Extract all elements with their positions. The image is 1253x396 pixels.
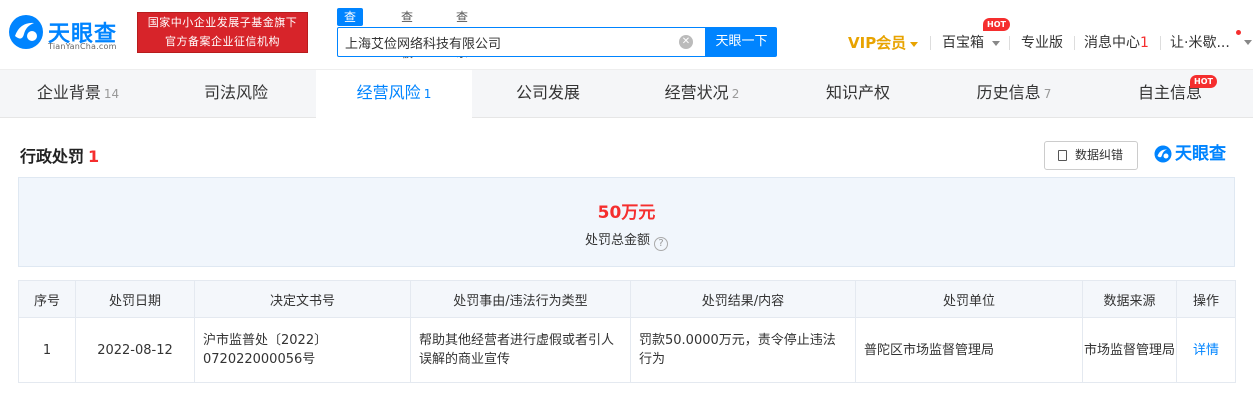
logo-icon (9, 15, 43, 49)
search-input[interactable] (345, 28, 675, 56)
cell-action: 详情 (1176, 317, 1236, 383)
col-header: 处罚结果/内容 (630, 280, 856, 318)
tab-count: 2 (731, 87, 740, 101)
chevron-down-icon[interactable] (1244, 40, 1252, 45)
tab-count: 14 (103, 87, 120, 101)
section-title-text: 行政处罚 (20, 147, 85, 166)
col-header: 决定文书号 (194, 280, 411, 318)
tab-label: 历史信息 (976, 83, 1041, 102)
cell-result: 罚款50.0000万元，责令停止违法行为 (630, 317, 856, 383)
message-count: 1 (1140, 35, 1149, 51)
tab-count: 1 (423, 87, 432, 101)
col-header: 操作 (1176, 280, 1236, 318)
tab-label: 公司发展 (515, 83, 580, 102)
search-tab-boss[interactable]: 查老板 (401, 8, 413, 60)
vip-label: VIP会员 (848, 34, 907, 52)
site-logo[interactable]: 天眼查 TianYanCha.com (8, 14, 130, 54)
col-header: 处罚日期 (75, 280, 195, 318)
treasure-label: 百宝箱 (942, 35, 984, 51)
search-box: ✕ (337, 27, 706, 57)
cell-doc-no: 沪市监普处〔2022〕072022000056号 (194, 317, 411, 383)
data-correction-button[interactable]: 数据纠错 (1044, 141, 1138, 170)
tab-history[interactable]: 历史信息 7 (936, 70, 1092, 118)
official-banner[interactable]: 国家中小企业发展子基金旗下 官方备案企业征信机构 (137, 12, 308, 53)
message-center[interactable]: 消息中心1 (1084, 33, 1149, 53)
chevron-down-icon (992, 40, 1000, 46)
hot-badge: HOT (1190, 75, 1217, 88)
cell-index: 1 (18, 317, 76, 383)
cell-date: 2022-08-12 (75, 317, 195, 383)
cell-authority: 普陀区市场监督管理局 (855, 317, 1083, 383)
vip-menu[interactable]: VIP会员 (848, 33, 919, 53)
tab-operation-risk[interactable]: 经营风险 1 (316, 70, 472, 119)
divider (1074, 36, 1075, 50)
total-label-text: 处罚总金额 (584, 233, 650, 248)
search-tab-company[interactable]: 查公司 (337, 8, 364, 60)
button-label: 数据纠错 (1075, 148, 1124, 162)
chevron-down-icon (910, 41, 919, 47)
hot-badge: HOT (983, 18, 1010, 31)
cell-reason: 帮助其他经营者进行虚假或者引人误解的商业宣传 (410, 317, 631, 383)
total-penalty-value: 50万元 (597, 203, 656, 223)
tab-company-background[interactable]: 企业背景 14 (0, 70, 156, 118)
section-count: 1 (88, 147, 100, 166)
total-penalty-label: 处罚总金额? (19, 229, 1234, 251)
message-label: 消息中心 (1084, 35, 1140, 51)
pro-link[interactable]: 专业版 (1021, 33, 1063, 53)
notification-dot (1236, 30, 1241, 35)
table-row: 1 2022-08-12 沪市监普处〔2022〕072022000056号 帮助… (18, 317, 1236, 383)
table-header-row: 序号 处罚日期 决定文书号 处罚事由/违法行为类型 处罚结果/内容 处罚单位 数… (18, 280, 1236, 318)
col-header: 处罚事由/违法行为类型 (410, 280, 631, 318)
logo-icon (1154, 145, 1172, 163)
section-title: 行政处罚 1 (20, 143, 99, 167)
tab-self-info[interactable]: 自主信息 (1092, 70, 1248, 118)
top-header: 天眼查 TianYanCha.com 国家中小企业发展子基金旗下 官方备案企业征… (0, 0, 1253, 68)
section-tabs: 企业背景 14 司法风险 经营风险 1 公司发展 经营状况 2 知识产权 历史信息 7 … (0, 69, 1253, 119)
penalty-table: 序号 处罚日期 决定文书号 处罚事由/违法行为类型 处罚结果/内容 处罚单位 数… (18, 280, 1236, 383)
divider (1009, 36, 1010, 50)
user-menu[interactable]: 让·米歇... (1170, 33, 1230, 53)
tab-intellectual-property[interactable]: 知识产权 (780, 70, 936, 118)
banner-line-2: 官方备案企业征信机构 (165, 35, 280, 48)
treasure-menu[interactable]: 百宝箱 (942, 33, 1000, 53)
divider (1160, 36, 1161, 50)
penalty-summary: 50万元 处罚总金额? (18, 177, 1235, 267)
banner-line-1: 国家中小企业发展子基金旗下 (147, 16, 298, 29)
detail-link[interactable]: 详情 (1193, 343, 1219, 358)
tab-label: 知识产权 (825, 83, 890, 102)
help-icon[interactable]: ? (654, 237, 668, 251)
watermark-text: 天眼查 (1175, 144, 1226, 164)
tab-operation-status[interactable]: 经营状况 2 (624, 70, 780, 118)
tab-label: 司法风险 (203, 83, 268, 102)
tab-count: 7 (1043, 87, 1052, 101)
col-header: 处罚单位 (855, 280, 1083, 318)
document-icon (1058, 150, 1067, 161)
col-header: 序号 (18, 280, 76, 318)
search-button[interactable]: 天眼一下 (706, 27, 777, 57)
tab-label: 经营风险 (356, 83, 421, 102)
tab-label: 经营状况 (664, 83, 729, 102)
search-tab-relation[interactable]: 查关系 (456, 8, 468, 60)
divider (930, 36, 931, 50)
cell-source: 市场监督管理局 (1082, 317, 1177, 383)
logo-subtitle: TianYanCha.com (48, 42, 117, 51)
clear-icon[interactable]: ✕ (679, 35, 693, 49)
tab-label: 企业背景 (36, 83, 101, 102)
tab-judicial-risk[interactable]: 司法风险 (156, 70, 316, 118)
col-header: 数据来源 (1082, 280, 1177, 318)
tab-company-development[interactable]: 公司发展 (472, 70, 624, 118)
tianyancha-watermark: 天眼查 (1154, 141, 1226, 167)
